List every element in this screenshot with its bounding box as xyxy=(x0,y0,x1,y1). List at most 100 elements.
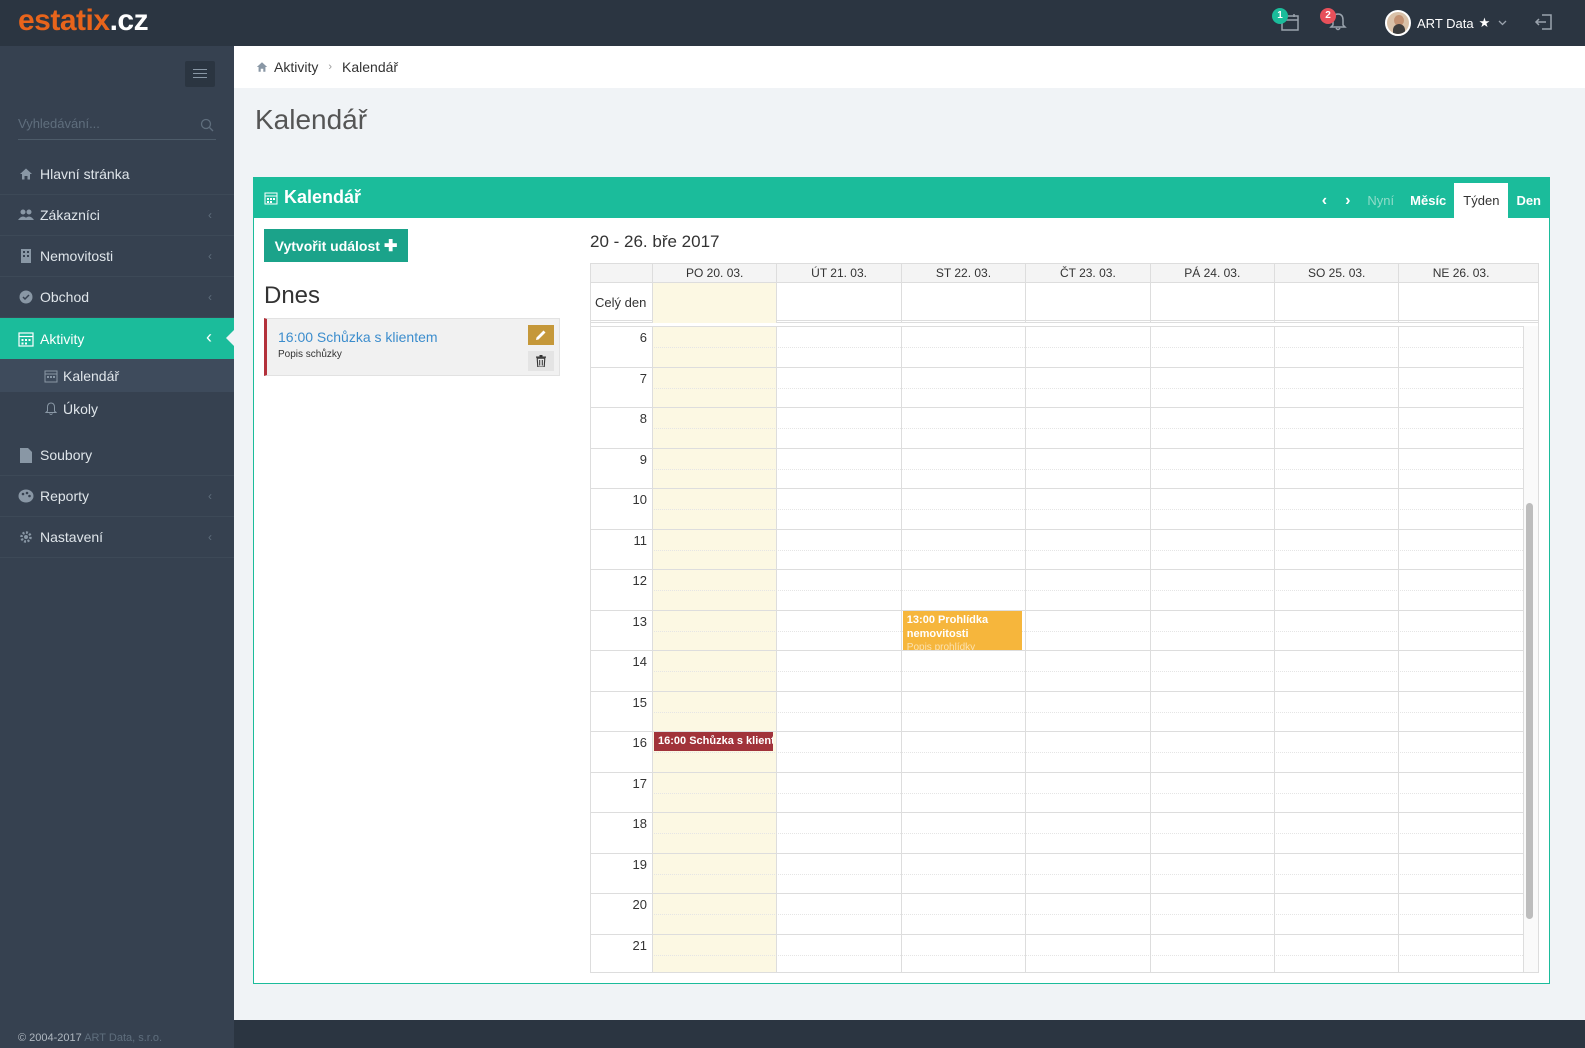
sidebar-subitem-label: Úkoly xyxy=(63,401,99,417)
calendar-event[interactable]: 16:00 Schůzka s klientem xyxy=(654,732,774,752)
logout-button[interactable] xyxy=(1534,12,1556,34)
sidebar-item-home[interactable]: Hlavní stránka xyxy=(0,154,234,195)
today-event-title[interactable]: 16:00 Schůzka s klientem xyxy=(278,329,438,345)
prev-button[interactable]: ‹ xyxy=(1313,183,1336,218)
bell-icon xyxy=(44,402,58,416)
hour-row[interactable]: 21 xyxy=(591,933,1523,973)
half-hour-line xyxy=(652,914,1523,915)
sidebar-item-business[interactable]: Obchod ‹ xyxy=(0,277,234,318)
day-divider xyxy=(1274,326,1275,972)
calendar-badge: 1 xyxy=(1272,8,1288,24)
breadcrumb-link-activities[interactable]: Aktivity xyxy=(274,59,318,75)
hour-row[interactable]: 17 xyxy=(591,771,1523,813)
hour-label: 10 xyxy=(632,492,647,507)
portlet-title-text: Kalendář xyxy=(284,187,362,207)
hour-label: 16 xyxy=(632,735,647,750)
hour-row[interactable]: 14 xyxy=(591,650,1523,691)
hour-row[interactable]: 20 xyxy=(591,893,1523,934)
half-hour-line xyxy=(652,792,1523,794)
sidebar-item-activities[interactable]: Aktivity ‹ xyxy=(0,318,234,359)
allday-cell[interactable] xyxy=(652,283,776,323)
sidebar-item-reports[interactable]: Reporty ‹ xyxy=(0,476,234,517)
home-icon xyxy=(18,166,34,182)
next-button[interactable]: › xyxy=(1336,183,1359,218)
allday-cell[interactable] xyxy=(776,283,900,323)
day-header: NE 26. 03. xyxy=(1398,264,1522,283)
day-header: SO 25. 03. xyxy=(1274,264,1398,283)
sidebar-subitem-calendar[interactable]: Kalendář xyxy=(0,359,234,392)
today-event-card: 16:00 Schůzka s klientem Popis schůzky xyxy=(264,318,560,376)
sidebar-item-label: Aktivity xyxy=(40,330,85,347)
half-hour-line xyxy=(652,954,1523,956)
edit-event-button[interactable] xyxy=(528,325,554,345)
chevron-left-icon: ‹ xyxy=(208,208,212,222)
create-event-button[interactable]: Vytvořit událost ✚ xyxy=(264,229,408,262)
allday-cell[interactable] xyxy=(1025,283,1149,323)
logo[interactable]: estatix.cz xyxy=(18,4,149,38)
sidebar-item-settings[interactable]: Nastavení ‹ xyxy=(0,517,234,558)
week-view-button[interactable]: Týden xyxy=(1454,183,1509,218)
chevron-right-icon: › xyxy=(1345,191,1351,209)
chevron-left-icon: ‹ xyxy=(206,327,212,347)
allday-row: Celý den xyxy=(591,283,1538,323)
hour-label: 17 xyxy=(632,775,647,791)
today-heading: Dnes xyxy=(264,282,321,309)
calendar-event-title: 13:00 Prohlídka nemovitosti xyxy=(906,613,989,640)
create-event-label: Vytvořit událost xyxy=(274,237,380,254)
delete-event-button[interactable] xyxy=(528,351,554,371)
hour-row[interactable]: 19 xyxy=(591,852,1523,894)
hour-row[interactable]: 9 xyxy=(591,447,1523,489)
hour-row[interactable]: 13 xyxy=(591,609,1523,651)
calendar-time-grid: 6 7 8 9 10 11 12 13 14 15 16 17 18 19 20 21 13:00 Prohlí… xyxy=(591,326,1538,973)
copyright-company: ART Data, s.r.o. xyxy=(84,1032,163,1044)
scrollbar-track[interactable] xyxy=(1523,326,1538,972)
hour-row[interactable]: 11 xyxy=(591,528,1523,570)
sidebar-subitem-tasks[interactable]: Úkoly xyxy=(0,392,234,426)
hour-row[interactable]: 6 xyxy=(591,326,1523,367)
calendar-notifications-button[interactable]: 1 xyxy=(1272,8,1302,34)
allday-cell[interactable] xyxy=(900,283,1025,323)
sidebar-item-label: Zákazníci xyxy=(40,207,100,223)
day-view-button[interactable]: Den xyxy=(1508,183,1549,218)
sidebar-footer: © 2004-2017 ART Data, s.r.o. xyxy=(18,1032,162,1044)
user-menu[interactable]: ART Data ★ xyxy=(1385,10,1507,36)
search-input[interactable] xyxy=(18,110,188,131)
sidebar-nav: Hlavní stránka Zákazníci ‹ Nemovitosti ‹… xyxy=(0,154,234,558)
month-view-button[interactable]: Měsíc xyxy=(1402,183,1454,218)
hour-row[interactable]: 8 xyxy=(591,407,1523,448)
hour-row[interactable]: 18 xyxy=(591,812,1523,853)
menu-toggle-button[interactable] xyxy=(185,61,215,87)
sidebar-item-files[interactable]: Soubory xyxy=(0,435,234,476)
scrollbar-thumb[interactable] xyxy=(1526,503,1533,919)
week-calendar: PO 20. 03. ÚT 21. 03. ST 22. 03. ČT 23. 03.… xyxy=(590,263,1539,973)
day-divider xyxy=(1398,326,1400,972)
today-button[interactable]: Nyní xyxy=(1359,183,1402,218)
hamburger-line xyxy=(193,69,207,70)
sidebar-item-label: Nastavení xyxy=(40,529,104,545)
sidebar-item-label: Reporty xyxy=(40,488,90,504)
allday-cell[interactable] xyxy=(1149,283,1274,323)
hour-row[interactable]: 7 xyxy=(591,366,1523,408)
calendar-event[interactable]: 13:00 Prohlídka nemovitosti Popis prohlíd… xyxy=(902,610,1023,651)
palette-icon xyxy=(18,488,34,504)
hour-row[interactable]: 12 xyxy=(591,569,1523,610)
trash-icon xyxy=(536,355,546,367)
hour-label: 15 xyxy=(632,694,647,710)
logo-domain: .cz xyxy=(109,4,149,37)
sidebar-item-customers[interactable]: Zákazníci ‹ xyxy=(0,195,234,236)
allday-cell[interactable] xyxy=(1398,283,1522,323)
hour-row[interactable]: 15 xyxy=(591,690,1523,732)
allday-cell[interactable] xyxy=(1274,283,1398,323)
chevron-down-icon xyxy=(1498,20,1507,26)
sidebar-item-properties[interactable]: Nemovitosti ‹ xyxy=(0,236,234,277)
day-divider xyxy=(776,326,778,972)
calendar-event-desc: Popis prohlídky xyxy=(906,641,976,651)
hour-label: 14 xyxy=(632,654,647,669)
search-icon[interactable] xyxy=(200,118,214,132)
hour-row[interactable]: 10 xyxy=(591,488,1523,529)
portlet-header: Kalendář ‹ › Nyní Měsíc Týden Den xyxy=(254,178,1549,218)
day-divider xyxy=(1149,326,1151,972)
notifications-button[interactable]: 2 xyxy=(1320,8,1350,34)
hour-label: 21 xyxy=(632,937,647,953)
bell-badge: 2 xyxy=(1320,8,1336,24)
